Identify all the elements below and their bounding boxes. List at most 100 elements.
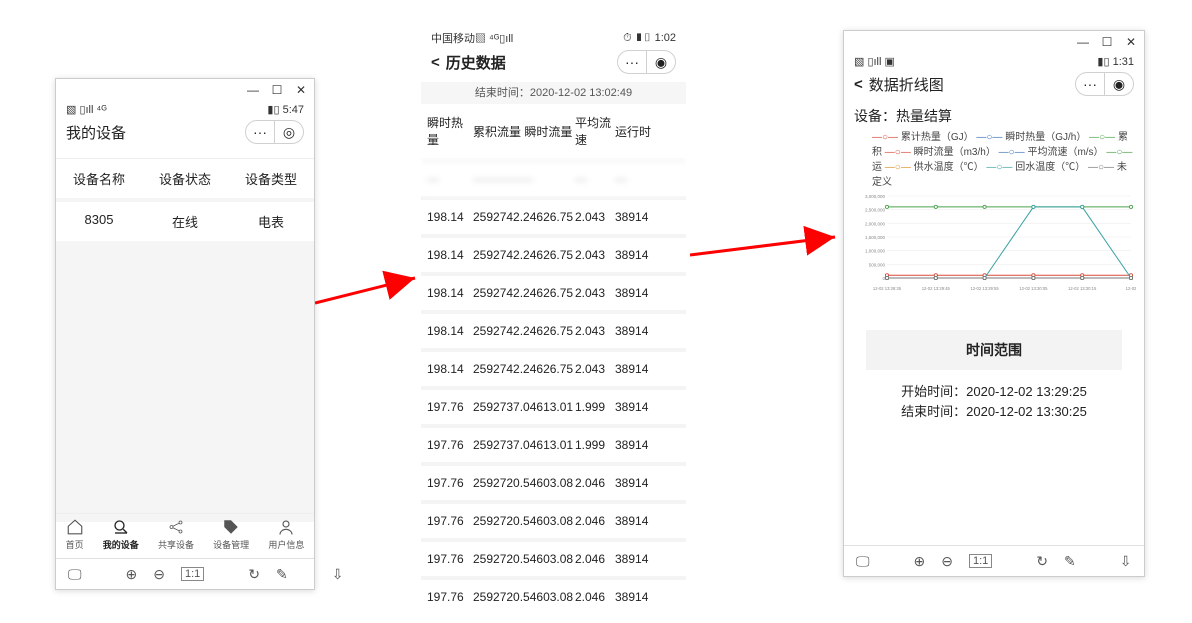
legend-item[interactable]: —○— 累计热量（GJ）	[872, 132, 976, 143]
zoom-out-icon[interactable]: ⊖	[941, 553, 953, 570]
cell: 198.14	[427, 248, 471, 262]
col-0: 瞬时热量	[427, 114, 471, 148]
col-3: 平均流速	[575, 114, 613, 148]
tab-my-devices[interactable]: 我的设备	[103, 518, 139, 551]
table-row[interactable]: 198.142592742.24626.752.04338914	[421, 348, 686, 386]
cell: 2.046	[575, 552, 613, 566]
search-list-icon	[112, 518, 130, 536]
back-icon[interactable]: <	[431, 54, 440, 71]
legend-item[interactable]: —○— 平均流速（m/s）	[999, 147, 1107, 158]
start-label: 开始时间：	[901, 384, 966, 399]
minimize-icon[interactable]: —	[248, 85, 258, 95]
minimize-icon[interactable]: —	[1078, 37, 1088, 47]
legend-item[interactable]: —○— 瞬时热量（GJ/h）	[976, 132, 1089, 143]
cell: 198.14	[427, 286, 471, 300]
edit-icon[interactable]: ✎	[276, 566, 288, 583]
fit-icon[interactable]: 1:1	[181, 567, 204, 581]
cell: 197.76	[427, 552, 471, 566]
status-bar: ▧ ▯ıll ⁴ᴳ ▮▯ 5:47	[56, 101, 314, 116]
table-row[interactable]: ————————	[421, 158, 686, 196]
device-name: 8305	[56, 212, 142, 231]
wechat-capsule: ··· ◉	[617, 50, 676, 74]
table-row[interactable]: 197.762592720.54603.082.04638914	[421, 576, 686, 614]
page-title: 数据折线图	[869, 74, 944, 95]
status-bar: 中国移动▧ ⁴ᴳ▯ıll ⏱ ▮▯ 1:02	[421, 30, 686, 46]
svg-text:500,000: 500,000	[869, 262, 886, 267]
tab-label: 共享设备	[158, 538, 194, 551]
tab-share[interactable]: 共享设备	[158, 518, 194, 551]
table-row[interactable]: 198.142592742.24626.752.04338914	[421, 310, 686, 348]
zoom-in-icon[interactable]: ⊕	[126, 566, 138, 583]
download-icon[interactable]: ⇩	[1120, 553, 1132, 570]
window-titlebar: — ☐ ✕	[844, 31, 1144, 53]
cell: 197.76	[427, 400, 471, 414]
legend-item[interactable]: —○— 瞬时流量（m3/h）	[885, 147, 999, 158]
tab-user[interactable]: 用户信息	[268, 518, 304, 551]
cell: 2592720.54603.08	[473, 514, 573, 528]
close-icon[interactable]: ✕	[1126, 37, 1136, 47]
table-row[interactable]: 198.142592742.24626.752.04338914	[421, 234, 686, 272]
fit-icon[interactable]: 1:1	[969, 554, 992, 568]
cell: 2.046	[575, 476, 613, 490]
capsule-close-icon[interactable]: ◉	[647, 51, 675, 73]
cell: 38914	[615, 400, 659, 414]
cell: 198.14	[427, 362, 471, 376]
page-header: 我的设备 ··· ◎	[56, 116, 314, 152]
device-label: 设备：	[854, 108, 896, 124]
cell: 2592737.04613.01	[473, 400, 573, 414]
device-icon[interactable]: 🖵	[68, 566, 82, 583]
table-row[interactable]: 197.762592720.54603.082.04638914	[421, 500, 686, 538]
capsule-menu-icon[interactable]: ···	[1076, 73, 1105, 95]
maximize-icon[interactable]: ☐	[272, 85, 282, 95]
edit-icon[interactable]: ✎	[1064, 553, 1076, 570]
col-status: 设备状态	[142, 169, 228, 188]
table-row[interactable]: 198.142592742.24626.752.04338914	[421, 272, 686, 310]
tab-manage[interactable]: 设备管理	[213, 518, 249, 551]
device-name: 热量结算	[896, 108, 952, 124]
table-row[interactable]: 198.142592742.24626.752.04338914	[421, 196, 686, 234]
zoom-in-icon[interactable]: ⊕	[914, 553, 926, 570]
time-range-values: 开始时间：2020-12-02 13:29:25 结束时间：2020-12-02…	[844, 382, 1144, 422]
tab-label: 首页	[66, 538, 84, 551]
close-icon[interactable]: ✕	[296, 85, 306, 95]
table-row[interactable]: 197.762592720.54603.082.04638914	[421, 462, 686, 500]
capsule-menu-icon[interactable]: ···	[246, 121, 275, 143]
legend-item[interactable]: —○— 供水温度（℃）	[885, 162, 987, 173]
tab-label: 设备管理	[213, 538, 249, 551]
table-row[interactable]: 197.762592737.04613.011.99938914	[421, 424, 686, 462]
capsule-close-icon[interactable]: ◎	[275, 121, 303, 143]
col-4: 运行时	[615, 123, 659, 140]
capsule-menu-icon[interactable]: ···	[618, 51, 647, 73]
device-row[interactable]: 8305 在线 电表	[56, 202, 314, 241]
legend-item[interactable]: —○— 回水温度（℃）	[986, 162, 1088, 173]
history-table-body[interactable]: ———————— 198.142592742.24626.752.0433891…	[421, 158, 686, 614]
download-icon[interactable]: ⇩	[332, 566, 344, 583]
chart-window: — ☐ ✕ ▧ ▯ıll ▣ ▮▯ 1:31 < 数据折线图 ··· ◉ 设备：…	[843, 30, 1145, 577]
table-row[interactable]: 197.762592720.54603.082.04638914	[421, 538, 686, 576]
wechat-capsule: ··· ◉	[1075, 72, 1134, 96]
capsule-close-icon[interactable]: ◉	[1105, 73, 1133, 95]
cell: 38914	[615, 210, 659, 224]
maximize-icon[interactable]: ☐	[1102, 37, 1112, 47]
history-table-header: 瞬时热量 累积流量 瞬时流量 平均流速 运行时	[421, 104, 686, 158]
status-bar: ▧ ▯ıll ▣ ▮▯ 1:31	[844, 53, 1144, 68]
device-type: 电表	[228, 212, 314, 231]
page-title: 历史数据	[446, 52, 506, 73]
reload-icon[interactable]: ↻	[248, 566, 260, 583]
cell: 197.76	[427, 476, 471, 490]
device-icon[interactable]: 🖵	[856, 553, 870, 570]
zoom-out-icon[interactable]: ⊖	[153, 566, 165, 583]
table-row[interactable]: 197.762592737.04613.011.99938914	[421, 386, 686, 424]
svg-text:12-02 13:29:35: 12-02 13:29:35	[873, 286, 902, 291]
back-icon[interactable]: <	[854, 76, 863, 93]
cell: 2592742.24626.75	[473, 286, 573, 300]
signal-icon: ▧ ▯ıll ▣	[854, 55, 895, 68]
chart-area[interactable]: 3,000,0002,500,0002,000,0001,500,0001,00…	[844, 192, 1144, 294]
end-value: 2020-12-02 13:30:25	[966, 404, 1087, 419]
cell: 2592720.54603.08	[473, 552, 573, 566]
reload-icon[interactable]: ↻	[1036, 553, 1048, 570]
cell: 2.043	[575, 362, 613, 376]
cell: 38914	[615, 438, 659, 452]
flow-arrow-2	[690, 225, 845, 265]
tab-home[interactable]: 首页	[66, 518, 84, 551]
